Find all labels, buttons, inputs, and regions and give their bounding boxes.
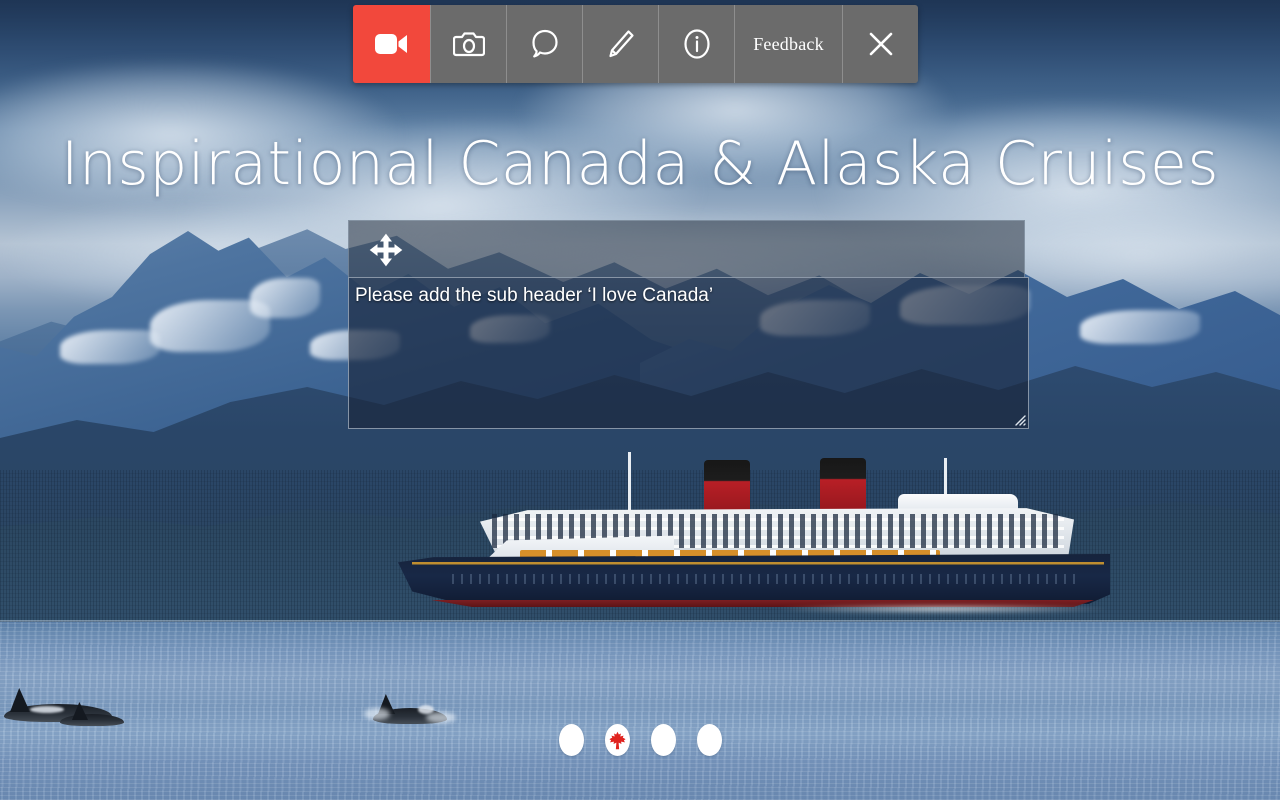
water-ripple-texture bbox=[0, 622, 1280, 800]
speech-bubble-icon bbox=[531, 29, 558, 58]
video-camera-icon bbox=[374, 34, 407, 54]
move-arrows-icon bbox=[369, 233, 403, 266]
carousel-dot-1[interactable] bbox=[558, 724, 584, 756]
snow-patch bbox=[60, 330, 160, 364]
pencil-icon bbox=[608, 30, 634, 58]
screenshot-button[interactable] bbox=[431, 5, 507, 83]
close-x-icon bbox=[869, 32, 892, 56]
feedback-note-body[interactable]: Please add the sub header ‘I love Canada… bbox=[348, 277, 1029, 429]
close-button[interactable] bbox=[843, 5, 918, 83]
page-root: Inspirational Canada & Alaska Cruises Fe… bbox=[0, 0, 1280, 800]
info-button[interactable] bbox=[659, 5, 735, 83]
page-headline: Inspirational Canada & Alaska Cruises bbox=[60, 129, 1220, 199]
maple-leaf-icon bbox=[608, 731, 626, 749]
carousel-indicators bbox=[0, 724, 1280, 756]
info-circle-icon bbox=[683, 29, 710, 59]
feedback-toolbar: Feedback bbox=[353, 5, 918, 83]
annotate-button[interactable] bbox=[583, 5, 659, 83]
cruise-ship bbox=[392, 446, 1122, 621]
feedback-button[interactable]: Feedback bbox=[735, 5, 843, 83]
feedback-note-drag-handle[interactable] bbox=[348, 220, 1025, 278]
camera-icon bbox=[452, 32, 485, 57]
snow-patch bbox=[1080, 310, 1200, 344]
record-video-button[interactable] bbox=[353, 5, 431, 83]
orca-whale bbox=[58, 700, 128, 726]
carousel-dot-4[interactable] bbox=[696, 724, 722, 756]
feedback-note-text[interactable]: Please add the sub header ‘I love Canada… bbox=[355, 284, 1020, 308]
carousel-dot-2-active[interactable] bbox=[604, 724, 630, 756]
snow-patch bbox=[250, 278, 320, 318]
orca-whale bbox=[364, 694, 456, 724]
resize-grip-icon[interactable] bbox=[1012, 412, 1026, 426]
comment-button[interactable] bbox=[507, 5, 583, 83]
carousel-dot-3[interactable] bbox=[650, 724, 676, 756]
